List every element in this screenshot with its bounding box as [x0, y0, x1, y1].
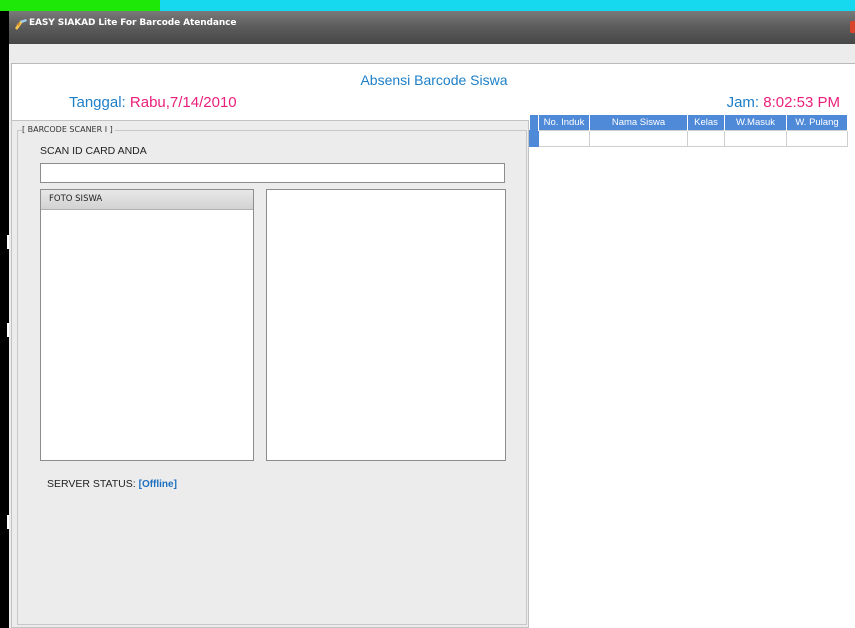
desktop-top-strip [0, 0, 855, 11]
page-title: Absensi Barcode Siswa [360, 72, 508, 88]
barcode-scanner-group: [ BARCODE SCANER I ] SCAN ID CARD ANDA F… [17, 125, 527, 625]
column-header[interactable]: W.Masuk [724, 115, 787, 131]
column-header[interactable]: Kelas [687, 115, 725, 131]
table-cell[interactable] [538, 130, 590, 147]
photo-header: FOTO SISWA [41, 190, 253, 210]
row-selector[interactable] [529, 130, 539, 147]
window-title: EASY SIAKAD Lite For Barcode Atendance [29, 18, 237, 28]
grid-row-header-corner [529, 115, 539, 131]
table-cell[interactable] [589, 130, 688, 147]
title-bar[interactable]: EASY SIAKAD Lite For Barcode Atendance [9, 11, 855, 44]
student-photo-box: FOTO SISWA [40, 189, 254, 461]
attendance-grid[interactable]: No. Induk Nama Siswa Kelas W.Masuk W. Pu… [529, 115, 855, 628]
table-cell[interactable] [724, 130, 787, 147]
date-display: Tanggal: Rabu,7/14/2010 [69, 94, 237, 111]
header-panel: Absensi Barcode Siswa Tanggal: Rabu,7/14… [11, 63, 855, 120]
app-icon [15, 19, 27, 30]
close-icon[interactable] [850, 21, 855, 33]
table-row[interactable] [529, 130, 848, 147]
scan-label: SCAN ID CARD ANDA [40, 145, 147, 157]
app-window: EASY SIAKAD Lite For Barcode Atendance A… [9, 11, 855, 628]
server-status-label: SERVER STATUS: [47, 478, 136, 490]
time-display: Jam: 8:02:53 PM [727, 94, 840, 111]
student-info-box [266, 189, 506, 461]
table-cell[interactable] [687, 130, 725, 147]
group-label: [ BARCODE SCANER I ] [22, 125, 115, 134]
column-header[interactable]: W. Pulang [786, 115, 848, 131]
table-cell[interactable] [786, 130, 848, 147]
server-status-value: [Offline] [138, 479, 177, 490]
column-header[interactable]: Nama Siswa [589, 115, 688, 131]
time-value: 8:02:53 PM [763, 94, 840, 111]
scanner-panel: [ BARCODE SCANER I ] SCAN ID CARD ANDA F… [11, 120, 529, 628]
desktop-top-strip-green [0, 0, 160, 11]
date-value: Rabu,7/14/2010 [129, 94, 237, 111]
attendance-form: Absensi Barcode Siswa Tanggal: Rabu,7/14… [9, 44, 855, 628]
scan-id-input[interactable] [40, 163, 505, 183]
time-label: Jam: [726, 94, 760, 111]
grid-header-row: No. Induk Nama Siswa Kelas W.Masuk W. Pu… [529, 115, 848, 131]
date-label: Tanggal: [69, 94, 126, 111]
server-status: SERVER STATUS: [Offline] [47, 478, 177, 490]
column-header[interactable]: No. Induk [538, 115, 590, 131]
